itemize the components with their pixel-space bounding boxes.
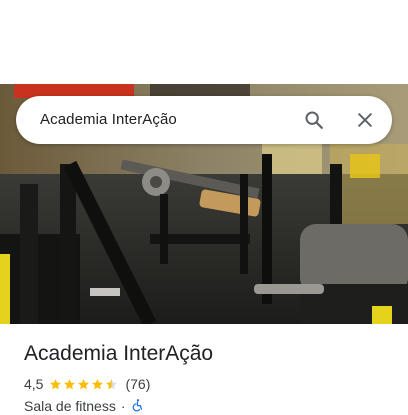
rating-row[interactable]: 4,5 (76): [24, 375, 150, 393]
clear-search-button[interactable]: [349, 104, 381, 136]
search-button[interactable]: [298, 104, 330, 136]
review-count[interactable]: (76): [125, 376, 150, 392]
star-icon: [106, 378, 118, 389]
separator: ·: [120, 398, 126, 414]
category-row: Sala de fitness ·: [24, 397, 145, 415]
star-icon: [92, 378, 104, 389]
star-icon: [50, 378, 62, 389]
place-title: Academia InterAção: [24, 342, 214, 365]
star-icon: [64, 378, 76, 389]
close-icon: [358, 113, 372, 127]
star-icon: [78, 378, 90, 389]
star-rating: [49, 378, 119, 391]
search-icon: [305, 111, 323, 129]
place-category: Sala de fitness: [24, 398, 116, 414]
wheelchair-icon: [131, 398, 145, 415]
search-input[interactable]: Academia InterAção: [40, 96, 177, 144]
search-bar[interactable]: Academia InterAção: [16, 96, 392, 144]
rating-value: 4,5: [24, 376, 44, 392]
